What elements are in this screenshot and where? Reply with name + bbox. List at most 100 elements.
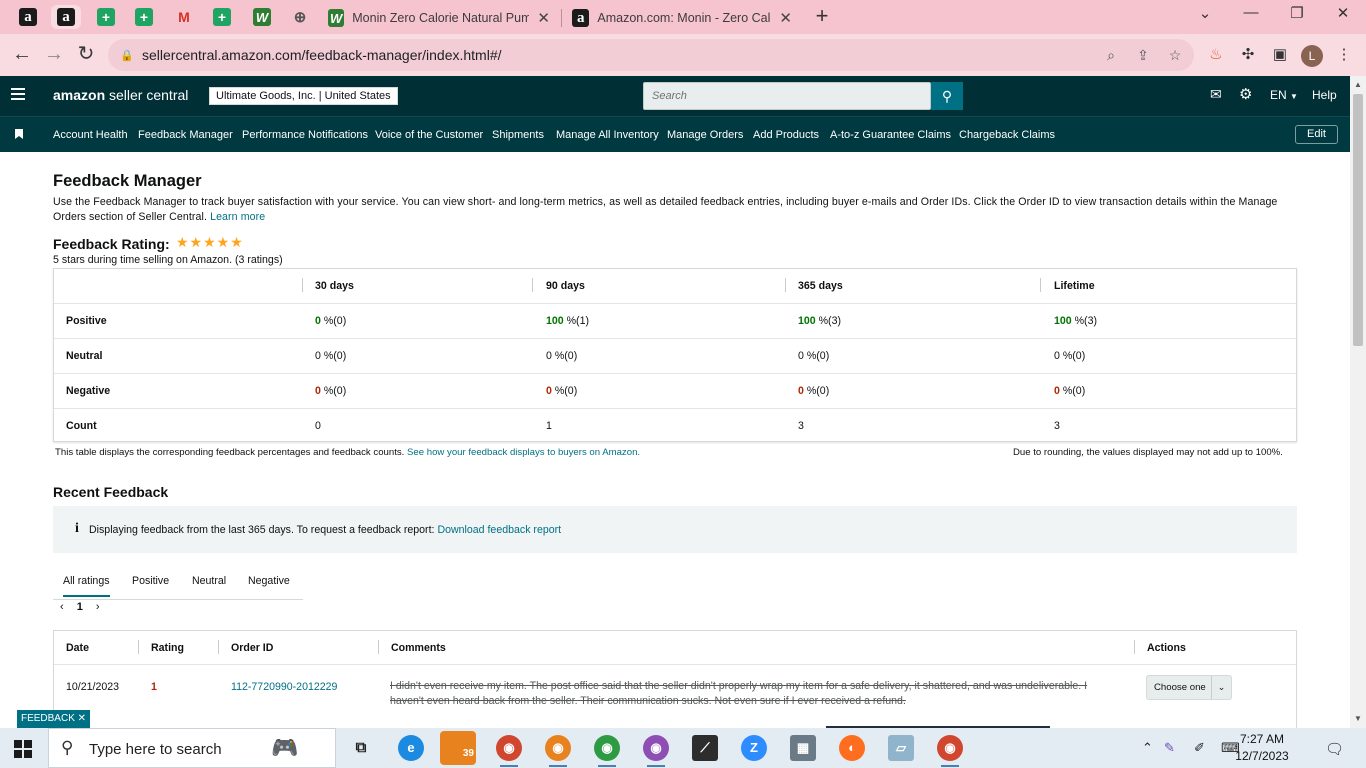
nav-account-health[interactable]: Account Health [53,129,128,141]
scroll-down-icon[interactable]: ▼ [1354,714,1362,723]
row-label: Positive [66,315,107,327]
tab-all-ratings[interactable]: All ratings [63,575,110,597]
pinned-tab-amazon-active[interactable]: a [51,5,81,29]
nav-manage-orders[interactable]: Manage Orders [667,129,743,141]
nav-performance-notifications[interactable]: Performance Notifications [242,129,368,141]
chrome-profile-2-icon[interactable]: ◉ [545,735,571,761]
running-indicator [598,765,616,767]
column-header-date[interactable]: Date [66,642,89,654]
pinned-tab-sheets-3[interactable]: + [207,5,237,29]
next-page-icon[interactable]: › [96,601,100,613]
nav-voice-of-customer[interactable]: Voice of the Customer [375,129,483,141]
pinned-tab-w[interactable]: W [247,5,277,29]
table-note: This table displays the corresponding fe… [55,447,640,458]
task-view-icon[interactable]: ⧉ [348,735,374,761]
pinned-tab-gmail[interactable]: M [169,5,199,29]
nav-manage-all-inventory[interactable]: Manage All Inventory [556,129,659,141]
pinned-tab-sheets[interactable]: + [91,5,121,29]
profile-avatar[interactable]: L [1301,45,1323,67]
feedback-widget-button[interactable]: FEEDBACK ✕ [17,710,90,728]
nav-a-to-z-claims[interactable]: A-to-z Guarantee Claims [830,129,951,141]
new-tab-button[interactable]: + [810,5,834,29]
action-dropdown[interactable]: Choose one ⌄ [1146,675,1232,700]
tab-negative[interactable]: Negative [248,575,290,587]
tab-search-icon[interactable]: ⌄ [1192,4,1218,22]
cell-value: 100 [546,315,564,327]
help-link[interactable]: Help [1312,88,1337,102]
zoom-app-icon[interactable]: Z [741,735,767,761]
pinned-tab-sheets-2[interactable]: + [129,5,159,29]
nav-feedback-manager[interactable]: Feedback Manager [138,129,233,141]
settings-gear-icon[interactable]: ⚙ [1239,85,1252,103]
prev-page-icon[interactable]: ‹ [60,601,64,613]
zoom-icon[interactable]: ⌕ [1101,45,1121,65]
tab-close-icon[interactable]: ✕ [537,9,550,27]
address-bar[interactable]: 🔒 sellercentral.amazon.com/feedback-mana… [108,39,1194,71]
back-arrow-icon[interactable]: ← [10,43,34,67]
scroll-thumb[interactable] [1353,94,1363,346]
nav-add-products[interactable]: Add Products [753,129,819,141]
chrome-profile-5-icon[interactable]: ◉ [937,735,963,761]
taskbar-search[interactable]: ⚲ Type here to search 🎮 [48,728,336,768]
table-cell: 100 %(3) [798,315,841,327]
chrome-profile-3-icon[interactable]: ◉ [594,735,620,761]
app-with-badge-icon[interactable]: 39 [440,731,476,765]
scroll-up-icon[interactable]: ▲ [1354,80,1362,89]
tab-positive[interactable]: Positive [132,575,169,587]
url-text[interactable]: sellercentral.amazon.com/feedback-manage… [142,47,502,63]
browser-menu-icon[interactable]: ⋮ [1334,45,1354,65]
bookmark-star-icon[interactable]: ☆ [1165,45,1185,65]
tray-chevron-up-icon[interactable]: ⌃ [1142,740,1153,756]
notepad-icon[interactable]: ▱ [888,735,914,761]
learn-more-link[interactable]: Learn more [210,211,265,223]
tab-neutral[interactable]: Neutral [192,575,226,587]
share-icon[interactable]: ⇪ [1133,45,1153,65]
notifications-icon[interactable]: 🗨 [1325,740,1344,758]
side-panel-icon[interactable]: ▣ [1270,45,1290,65]
pinned-tab-amazon[interactable]: a [13,5,43,29]
reload-icon[interactable]: ↻ [74,43,98,67]
pen-workspace-icon[interactable]: ✐ [1194,740,1205,756]
forward-arrow-icon[interactable]: → [42,43,66,67]
bookmark-icon[interactable] [15,129,23,139]
tab-close-icon[interactable]: ✕ [779,9,792,27]
search-button[interactable]: ⚲ [931,82,963,110]
current-page[interactable]: 1 [77,601,83,613]
extensions-puzzle-icon[interactable]: ✣ [1238,45,1258,65]
table-cell: 0 %(0) [315,385,346,397]
feedback-rating-label: Feedback Rating: [53,236,170,252]
tab-amazon-monin[interactable]: a Amazon.com: Monin - Zero Calo ✕ [562,2,802,34]
pen-app-icon[interactable]: ✎ [1164,740,1175,756]
pinned-tab-globe[interactable]: ⊕ [285,5,315,29]
windows-start-icon[interactable] [14,740,32,758]
column-header-rating[interactable]: Rating [151,642,184,654]
tab-monin-product[interactable]: W Monin Zero Calorie Natural Pum ✕ [318,2,560,34]
search-input[interactable]: Search [643,82,931,110]
calculator-icon[interactable]: ▦ [790,735,816,761]
language-selector[interactable]: EN ▼ [1270,88,1298,102]
nav-shipments[interactable]: Shipments [492,129,544,141]
system-clock[interactable]: 7:27 AM 12/7/2023 [1232,731,1292,765]
hamburger-menu-icon[interactable] [11,88,25,103]
download-report-link[interactable]: Download feedback report [437,524,561,536]
seller-central-logo[interactable]: amazon seller central [53,87,188,103]
restore-button[interactable]: ❐ [1284,4,1310,22]
chrome-profile-4-icon[interactable]: ◉ [643,735,669,761]
minimize-button[interactable]: — [1238,4,1264,21]
firefox-icon[interactable]: ◐ [839,735,865,761]
page-scrollbar[interactable]: ▲ ▼ [1350,76,1366,728]
chrome-profile-1-icon[interactable]: ◉ [496,735,522,761]
column-header-order-id[interactable]: Order ID [231,642,273,654]
extension-fire-icon[interactable]: ♨ [1206,45,1226,65]
info-alert: i Displaying feedback from the last 365 … [53,506,1297,553]
cell-detail: %(3) [1071,315,1097,327]
stocks-app-icon[interactable]: ⟋ [692,735,718,761]
order-id-link[interactable]: 112-7720990-2012229 [231,681,337,693]
edit-nav-button[interactable]: Edit [1295,125,1338,144]
buyer-display-link[interactable]: See how your feedback displays to buyers… [407,447,640,458]
mail-icon[interactable]: ✉ [1210,86,1222,103]
close-window-button[interactable]: ✕ [1330,4,1356,22]
account-switcher[interactable]: Ultimate Goods, Inc. | United States [209,87,398,105]
edge-icon[interactable]: e [398,735,424,761]
nav-chargeback-claims[interactable]: Chargeback Claims [959,129,1055,141]
